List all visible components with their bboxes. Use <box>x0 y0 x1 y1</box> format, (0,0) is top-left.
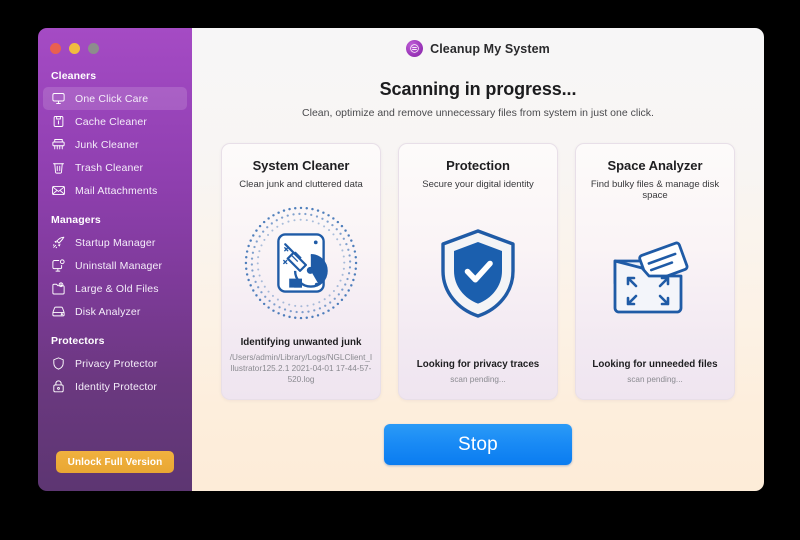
monitor-gear-icon <box>51 258 66 273</box>
envelope-icon <box>51 183 66 198</box>
card-footer: Identifying unwanted junk /Users/admin/L… <box>222 337 380 399</box>
card-title: Space Analyzer <box>607 158 703 173</box>
desktop-backdrop: Cleaners One Click Care Cache Cleaner Ju… <box>0 0 800 540</box>
sidebar-item-label: Large & Old Files <box>75 282 159 295</box>
sidebar-item-label: Junk Cleaner <box>75 138 139 151</box>
sidebar-item-startup-manager[interactable]: Startup Manager <box>43 231 187 254</box>
card-status-text: Looking for unneeded files <box>592 358 718 370</box>
app-window: Cleaners One Click Care Cache Cleaner Ju… <box>38 28 764 491</box>
card-artwork <box>576 201 734 359</box>
card-status-text: Identifying unwanted junk <box>240 336 362 348</box>
card-subtitle: Secure your digital identity <box>422 179 534 190</box>
card-subtitle: Find bulky files & manage disk space <box>590 179 720 201</box>
card-title: System Cleaner <box>252 158 350 173</box>
shield-check-icon <box>436 226 520 322</box>
lock-icon <box>51 379 66 394</box>
sidebar-group-managers: Managers Startup Manager Uninstall Manag… <box>38 214 192 323</box>
app-title-text: Cleanup My System <box>430 41 550 56</box>
unlock-section: Unlock Full Version <box>38 451 192 473</box>
card-system-cleaner[interactable]: System Cleaner Clean junk and cluttered … <box>221 143 381 400</box>
monitor-icon <box>51 91 66 106</box>
rocket-icon <box>51 235 66 250</box>
card-space-analyzer[interactable]: Space Analyzer Find bulky files & manage… <box>575 143 735 400</box>
minimize-window-button[interactable] <box>69 43 80 54</box>
main-content: Cleanup My System Scanning in progress..… <box>192 28 764 491</box>
card-detail-text: /Users/admin/Library/Logs/NGLClient_Illu… <box>229 352 373 384</box>
sidebar-item-uninstall-manager[interactable]: Uninstall Manager <box>43 254 187 277</box>
window-controls <box>38 36 192 54</box>
sidebar-item-label: Privacy Protector <box>75 357 158 370</box>
broom-sweep-icon <box>242 204 360 322</box>
folder-clock-icon <box>51 281 66 296</box>
card-footer: Looking for privacy traces scan pending.… <box>399 359 557 399</box>
card-artwork <box>399 190 557 359</box>
sidebar-item-disk-analyzer[interactable]: Disk Analyzer <box>43 300 187 323</box>
card-detail-text: scan pending... <box>450 374 506 384</box>
sidebar-item-label: Uninstall Manager <box>75 259 163 272</box>
app-logo-icon <box>406 40 424 57</box>
sidebar-item-cache-cleaner[interactable]: Cache Cleaner <box>43 110 187 133</box>
stop-button[interactable]: Stop <box>384 424 572 465</box>
sidebar-item-label: Disk Analyzer <box>75 305 141 318</box>
card-subtitle: Clean junk and cluttered data <box>239 179 363 190</box>
folder-expand-icon <box>603 234 707 326</box>
sidebar-nav: Cleaners One Click Care Cache Cleaner Ju… <box>38 70 192 398</box>
sidebar: Cleaners One Click Care Cache Cleaner Ju… <box>38 28 192 491</box>
sidebar-item-trash-cleaner[interactable]: Trash Cleaner <box>43 156 187 179</box>
sidebar-group-title: Cleaners <box>51 70 97 82</box>
sidebar-item-label: One Click Care <box>75 92 149 105</box>
card-artwork <box>222 190 380 337</box>
card-protection[interactable]: Protection Secure your digital identity <box>398 143 558 400</box>
trash-icon <box>51 160 66 175</box>
card-detail-text: scan pending... <box>627 374 683 384</box>
sidebar-group-title: Protectors <box>51 335 105 347</box>
cache-box-icon <box>51 114 66 129</box>
sidebar-item-label: Mail Attachments <box>75 184 158 197</box>
page-subtitle: Clean, optimize and remove unnecessary f… <box>302 107 654 119</box>
card-status-text: Looking for privacy traces <box>416 358 540 370</box>
sidebar-group-protectors: Protectors Privacy Protector Identity Pr… <box>38 335 192 398</box>
sidebar-group-cleaners: Cleaners One Click Care Cache Cleaner Ju… <box>38 70 192 202</box>
page-title: Scanning in progress... <box>379 79 577 99</box>
sidebar-item-label: Cache Cleaner <box>75 115 147 128</box>
card-footer: Looking for unneeded files scan pending.… <box>576 359 734 399</box>
sidebar-item-privacy-protector[interactable]: Privacy Protector <box>43 352 187 375</box>
stop-section: Stop <box>384 424 572 465</box>
shield-icon <box>51 356 66 371</box>
maximize-window-button[interactable] <box>88 43 99 54</box>
sidebar-item-large-old-files[interactable]: Large & Old Files <box>43 277 187 300</box>
disk-drive-icon <box>51 304 66 319</box>
sidebar-item-junk-cleaner[interactable]: Junk Cleaner <box>43 133 187 156</box>
shredder-icon <box>51 137 66 152</box>
sidebar-item-identity-protector[interactable]: Identity Protector <box>43 375 187 398</box>
card-title: Protection <box>446 158 510 173</box>
unlock-full-version-button[interactable]: Unlock Full Version <box>56 451 174 473</box>
sidebar-group-title: Managers <box>51 214 101 226</box>
sidebar-item-label: Trash Cleaner <box>75 161 144 174</box>
app-title-bar: Cleanup My System <box>406 40 550 57</box>
scan-cards: System Cleaner Clean junk and cluttered … <box>221 143 735 400</box>
sidebar-item-label: Identity Protector <box>75 380 158 393</box>
sidebar-item-label: Startup Manager <box>75 236 156 249</box>
sidebar-item-one-click-care[interactable]: One Click Care <box>43 87 187 110</box>
sidebar-item-mail-attachments[interactable]: Mail Attachments <box>43 179 187 202</box>
close-window-button[interactable] <box>50 43 61 54</box>
